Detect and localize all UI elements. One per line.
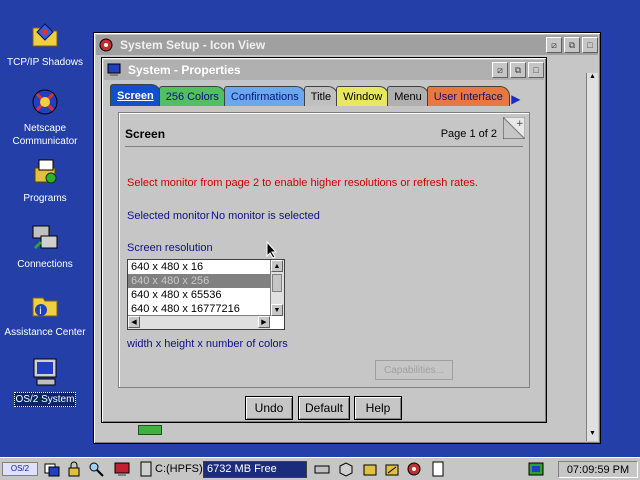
help-button[interactable]: Help <box>354 396 402 420</box>
window-title: System - Properties <box>128 63 241 77</box>
tab-window[interactable]: Window <box>336 86 390 106</box>
os2-warp-logo[interactable]: OS/2 <box>2 462 38 476</box>
desktop-icon-label: OS/2 System <box>13 392 77 407</box>
help-folder-icon: i <box>29 290 61 322</box>
warpcenter-taskbar: OS/2 C:(HPFS) 6732 MB Free 07:09:59 PM <box>0 457 640 480</box>
restore-button[interactable]: ⧉ <box>510 62 526 78</box>
system-setup-titlebar[interactable]: System Setup - Icon View ⧄ ⧉ □ <box>96 35 598 55</box>
scroll-down-arrow[interactable]: ▼ <box>271 304 283 316</box>
list-item[interactable]: 640 x 480 x 16777216 <box>128 302 270 316</box>
minimize-button[interactable]: ⧄ <box>492 62 508 78</box>
close-button[interactable]: □ <box>582 37 598 53</box>
scroll-thumb[interactable] <box>272 274 282 292</box>
programs-folder-icon[interactable] <box>362 461 378 477</box>
desktop-icon-tcpip-shadows[interactable]: TCP/IP Shadows <box>0 20 90 69</box>
scroll-left-arrow[interactable]: ◀ <box>128 316 140 328</box>
list-vertical-scrollbar[interactable]: ▲ ▼ <box>270 260 284 316</box>
selected-monitor-value: No monitor is selected <box>211 210 320 222</box>
svg-text:+: + <box>516 119 524 129</box>
page-indicator: Page 1 of 2 <box>440 128 497 140</box>
system-setup-icon[interactable] <box>406 461 422 477</box>
svg-text:i: i <box>39 306 42 317</box>
default-button[interactable]: Default <box>298 396 350 420</box>
scroll-up-arrow[interactable]: ▲ <box>271 260 283 272</box>
search-icon[interactable] <box>88 461 104 477</box>
desktop-icon-label: Assistance Center <box>4 327 86 338</box>
window-title: System Setup - Icon View <box>120 38 266 52</box>
tab-user-interface[interactable]: User Interface <box>426 86 510 106</box>
window-system-icon[interactable] <box>98 37 114 53</box>
desktop-icon-label: Connections <box>17 259 73 270</box>
scroll-right-arrow[interactable]: ▶ <box>258 316 270 328</box>
system-monitor-icon[interactable] <box>114 461 130 477</box>
netscape-icon <box>29 86 61 118</box>
list-item-selected[interactable]: 640 x 480 x 256 <box>128 274 270 288</box>
page-header: Screen Page 1 of 2 + <box>125 117 525 147</box>
connections-icon <box>29 222 61 254</box>
tab-scroll-right-icon[interactable]: ▶ <box>508 92 524 106</box>
list-horizontal-scrollbar[interactable]: ◀ ▶ <box>128 315 270 329</box>
programs-icon <box>29 156 61 188</box>
tab-title[interactable]: Title <box>303 86 339 106</box>
drive-free-space[interactable]: 6732 MB Free <box>203 461 307 478</box>
scroll-up-arrow[interactable]: ▲ <box>587 73 598 84</box>
tab-confirmations[interactable]: Confirmations <box>223 86 306 106</box>
page-title: Screen <box>125 127 166 141</box>
desktop-icon-label: Programs <box>23 193 67 204</box>
desktop-icon-label: Netscape Communicator <box>12 123 78 147</box>
desktop-icon-assistance-center[interactable]: i Assistance Center <box>0 290 90 339</box>
properties-titlebar[interactable]: System - Properties ⧄ ⧉ □ <box>104 60 544 80</box>
page-turn-dogear-icon[interactable]: + <box>503 117 525 139</box>
keyboard-icon[interactable] <box>314 461 330 477</box>
resolution-format-hint: width x height x number of colors <box>127 338 288 350</box>
window-list-icon[interactable] <box>44 461 60 477</box>
tools-icon[interactable] <box>384 461 400 477</box>
list-item[interactable]: 640 x 480 x 16 <box>128 260 270 274</box>
screen-resolution-label: Screen resolution <box>127 242 213 254</box>
system-properties-window[interactable]: System - Properties ⧄ ⧉ □ Screen 256 Col… <box>101 57 547 423</box>
scroll-down-arrow[interactable]: ▼ <box>587 430 598 441</box>
tab-screen[interactable]: Screen <box>110 84 161 106</box>
vertical-scrollbar[interactable]: ▲ ▼ <box>586 73 598 441</box>
restore-button[interactable]: ⧉ <box>564 37 580 53</box>
resolution-listbox[interactable]: 640 x 480 x 16 640 x 480 x 256 640 x 480… <box>127 259 285 330</box>
tab-256-colors[interactable]: 256 Colors <box>158 86 226 106</box>
computer-icon <box>29 356 61 388</box>
monitor-icon[interactable] <box>106 62 122 78</box>
box-icon[interactable] <box>338 461 354 477</box>
folder-icon <box>29 20 61 52</box>
monitor-warning-text: Select monitor from page 2 to enable hig… <box>127 177 478 189</box>
tab-menu[interactable]: Menu <box>387 86 429 106</box>
partial-desktop-icon <box>138 425 162 435</box>
drive-label: C:(HPFS) <box>155 463 203 475</box>
list-item[interactable]: 640 x 480 x 65536 <box>128 288 270 302</box>
desktop-icon-label: TCP/IP Shadows <box>7 57 83 68</box>
desktop-icon-connections[interactable]: Connections <box>0 222 90 271</box>
desktop-icon-programs[interactable]: Programs <box>0 156 90 205</box>
lock-icon[interactable] <box>66 461 82 477</box>
close-button[interactable]: □ <box>528 62 544 78</box>
selected-monitor-label: Selected monitor <box>127 210 210 222</box>
mouse-pointer-icon <box>266 241 278 259</box>
tray-icon[interactable] <box>528 461 544 477</box>
desktop-icon-netscape[interactable]: Netscape Communicator <box>0 86 90 148</box>
notebook-tabs: Screen 256 Colors Confirmations Title Wi… <box>110 84 542 106</box>
drive-icon[interactable] <box>138 461 154 477</box>
minimize-button[interactable]: ⧄ <box>546 37 562 53</box>
capabilities-button[interactable]: Capabilities... <box>375 360 453 380</box>
file-icon[interactable] <box>430 461 446 477</box>
notebook-page: Screen Page 1 of 2 + Select monitor from… <box>118 112 530 388</box>
desktop-icon-os2-system[interactable]: OS/2 System <box>0 356 90 407</box>
undo-button[interactable]: Undo <box>245 396 293 420</box>
clock[interactable]: 07:09:59 PM <box>558 461 638 478</box>
